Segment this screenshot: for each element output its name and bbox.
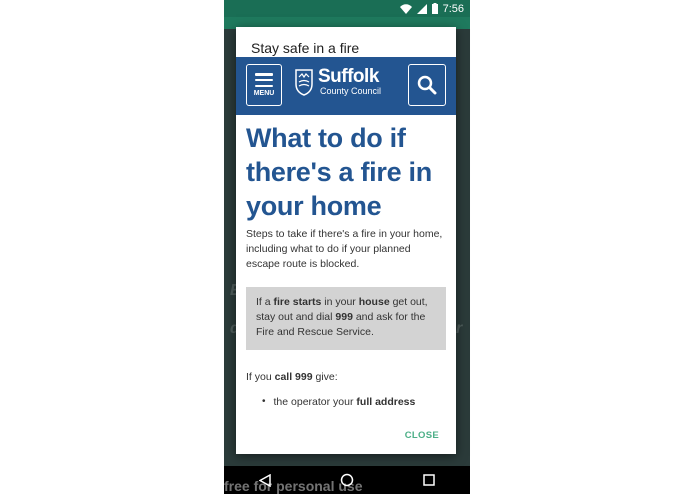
bullet-bold: full address	[356, 396, 416, 408]
background-text: r	[456, 320, 463, 337]
search-button[interactable]	[408, 64, 446, 106]
search-icon	[417, 75, 437, 95]
article-heading: What to do if there's a fire in your hom…	[246, 123, 432, 221]
call-instructions: If you call 999 give:	[246, 371, 446, 383]
recents-icon	[423, 474, 435, 486]
signal-icon	[416, 3, 427, 14]
watermark: free for personal use	[224, 478, 363, 494]
menu-button[interactable]: MENU	[246, 64, 282, 106]
status-bar: 7:56	[224, 0, 470, 17]
status-time: 7:56	[442, 2, 464, 15]
bullet-dot-icon: •	[262, 396, 266, 407]
callout-bold: fire starts	[273, 296, 322, 308]
logo-subtitle: County Council	[320, 86, 382, 96]
dialog-title: Stay safe in a fire	[251, 40, 360, 56]
close-button[interactable]: CLOSE	[405, 430, 439, 441]
callout-bold: house	[358, 296, 390, 308]
bullet-list: • the operator your full address	[246, 396, 446, 408]
recents-button[interactable]	[409, 466, 449, 494]
wifi-icon	[399, 3, 412, 14]
callout-text: in your	[321, 296, 359, 308]
call-text: If you	[246, 371, 275, 383]
article: What to do if there's a fire in your hom…	[236, 121, 456, 408]
crest-icon	[295, 68, 313, 96]
call-bold: call 999	[274, 371, 313, 383]
hamburger-icon	[255, 73, 273, 87]
site-logo[interactable]: Suffolk County Council	[294, 67, 381, 96]
callout-box: If a fire starts in your house get out, …	[246, 287, 446, 350]
callout-bold: 999	[335, 311, 353, 323]
bullet-text: the operator your	[273, 396, 357, 408]
site-header: MENU Suffolk County Council	[236, 57, 456, 115]
list-item: • the operator your full address	[262, 396, 446, 408]
logo-name: Suffolk	[318, 66, 379, 87]
article-intro: Steps to take if there's a fire in your …	[246, 228, 443, 270]
webview[interactable]: MENU Suffolk County Council What to do i…	[236, 57, 456, 431]
call-text: give:	[312, 371, 338, 383]
battery-icon	[431, 3, 438, 14]
menu-label: MENU	[253, 90, 275, 97]
dialog: Stay safe in a fire MENU Suffolk County …	[236, 27, 456, 454]
callout-text: If a	[256, 296, 274, 308]
